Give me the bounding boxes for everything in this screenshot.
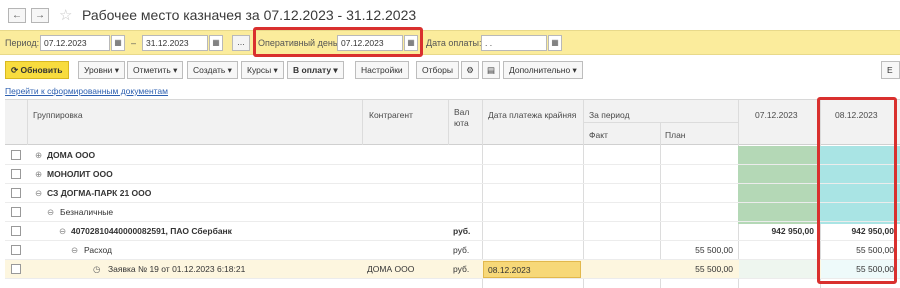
- title-bar: ← → ☆ Рабочее место казначея за 07.12.20…: [0, 0, 900, 30]
- table-row[interactable]: ⊖ СЗ ДОГМА-ПАРК 21 ООО: [5, 184, 900, 203]
- row-date1-value: 942 950,00: [771, 226, 814, 236]
- deadline-field[interactable]: 08.12.2023: [483, 261, 581, 278]
- col-counterparty[interactable]: Контрагент: [369, 110, 413, 120]
- collapse-icon[interactable]: ⊖: [35, 188, 42, 199]
- create-button[interactable]: Создать ▾: [187, 61, 238, 79]
- row-plan-value: 55 500,00: [695, 264, 733, 274]
- table-icon[interactable]: ▤: [482, 61, 500, 79]
- more-button[interactable]: Дополнительно ▾: [503, 61, 583, 79]
- favorite-star-icon[interactable]: ☆: [59, 6, 72, 24]
- table-row[interactable]: ◷ Заявка № 19 от 01.12.2023 6:18:21 ДОМА…: [5, 260, 900, 279]
- row-currency: руб.: [453, 226, 471, 236]
- settings-gear-icon[interactable]: ⚙: [461, 61, 479, 79]
- row-label: СЗ ДОГМА-ПАРК 21 ООО: [47, 188, 152, 198]
- row-checkbox[interactable]: [11, 226, 21, 236]
- row-counterparty: ДОМА ООО: [367, 264, 415, 274]
- row-checkbox[interactable]: [11, 207, 21, 217]
- row-label[interactable]: Заявка № 19 от 01.12.2023 6:18:21: [108, 264, 245, 274]
- row-label: ДОМА ООО: [47, 150, 96, 160]
- paydate-label: Дата оплаты:: [426, 38, 482, 48]
- paydate-input[interactable]: . .: [481, 35, 547, 51]
- col-plan[interactable]: План: [665, 130, 686, 140]
- col-divider: [362, 100, 363, 145]
- col-for-period[interactable]: За период: [589, 110, 630, 120]
- treasury-grid: Группировка Контрагент Вал юта Дата плат…: [5, 99, 900, 288]
- row-label: 40702810440000082591, ПАО Сбербанк: [71, 226, 232, 236]
- period-to-input[interactable]: 31.12.2023: [142, 35, 208, 51]
- command-bar: ⟳ Обновить Уровни ▾ Отметить ▾ Создать ▾…: [0, 58, 900, 84]
- period-dash: –: [131, 38, 137, 48]
- collapse-icon[interactable]: ⊖: [71, 245, 78, 256]
- col-date-1[interactable]: 07.12.2023: [755, 110, 798, 120]
- settings-button[interactable]: Настройки: [355, 61, 409, 79]
- rates-button[interactable]: Курсы ▾: [241, 61, 284, 79]
- grid-header: Группировка Контрагент Вал юта Дата плат…: [5, 100, 900, 145]
- calendar-icon[interactable]: ▦: [209, 35, 223, 51]
- calendar-icon[interactable]: ▦: [548, 35, 562, 51]
- col-deadline[interactable]: Дата платежа крайняя: [488, 110, 576, 120]
- highlight-box-operday: [253, 27, 423, 57]
- col-currency[interactable]: Вал юта: [454, 107, 476, 129]
- clock-icon: ◷: [93, 264, 101, 274]
- highlight-box-date2: [817, 97, 897, 284]
- back-arrow-icon: ←: [12, 10, 22, 21]
- row-checkbox[interactable]: [11, 150, 21, 160]
- col-divider: [27, 100, 28, 145]
- date1-cell: [739, 260, 820, 278]
- row-checkbox[interactable]: [11, 245, 21, 255]
- table-row[interactable]: ⊕ МОНОЛИТ ООО: [5, 165, 900, 184]
- deadline-value: 08.12.2023: [488, 265, 531, 275]
- row-label: Безналичные: [60, 207, 114, 217]
- table-row[interactable]: ⊕ ДОМА ООО: [5, 146, 900, 165]
- row-checkbox[interactable]: [11, 264, 21, 274]
- right-edge-button[interactable]: Е: [881, 61, 900, 79]
- row-label: МОНОЛИТ ООО: [47, 169, 113, 179]
- forward-button[interactable]: →: [31, 8, 49, 23]
- col-grouping[interactable]: Группировка: [33, 110, 83, 120]
- period-label: Период:: [5, 38, 40, 48]
- collapse-icon[interactable]: ⊖: [47, 207, 54, 218]
- to-pay-button[interactable]: В оплату ▾: [287, 61, 344, 79]
- page-title: Рабочее место казначея за 07.12.2023 - 3…: [82, 7, 417, 23]
- table-row[interactable]: ⊖ Безналичные: [5, 203, 900, 222]
- forward-arrow-icon: →: [35, 10, 45, 21]
- expand-icon[interactable]: ⊕: [35, 169, 42, 180]
- documents-link[interactable]: Перейти к сформированным документам: [5, 86, 168, 96]
- selections-button[interactable]: Отборы: [416, 61, 459, 79]
- row-plan-value: 55 500,00: [695, 245, 733, 255]
- filter-bar: Период: 07.12.2023 ▦ – 31.12.2023 ▦ ... …: [0, 30, 900, 55]
- row-currency: руб.: [453, 264, 470, 274]
- period-from-input[interactable]: 07.12.2023: [40, 35, 110, 51]
- expand-icon[interactable]: ⊕: [35, 150, 42, 161]
- collapse-icon[interactable]: ⊖: [59, 226, 66, 237]
- table-row[interactable]: ⊖ 40702810440000082591, ПАО Сбербанк руб…: [5, 222, 900, 241]
- calendar-icon[interactable]: ▦: [111, 35, 125, 51]
- table-row[interactable]: ⊖ Расход руб. 55 500,00 55 500,00: [5, 241, 900, 260]
- mark-button[interactable]: Отметить ▾: [127, 61, 184, 79]
- back-button[interactable]: ←: [8, 8, 26, 23]
- row-checkbox[interactable]: [11, 169, 21, 179]
- refresh-button[interactable]: ⟳ Обновить: [5, 61, 69, 79]
- col-fact[interactable]: Факт: [589, 130, 608, 140]
- levels-button[interactable]: Уровни ▾: [78, 61, 126, 79]
- row-checkbox[interactable]: [11, 188, 21, 198]
- col-divider: [448, 100, 449, 145]
- row-currency: руб.: [453, 245, 470, 255]
- period-select-button[interactable]: ...: [232, 35, 250, 51]
- row-label: Расход: [84, 245, 113, 255]
